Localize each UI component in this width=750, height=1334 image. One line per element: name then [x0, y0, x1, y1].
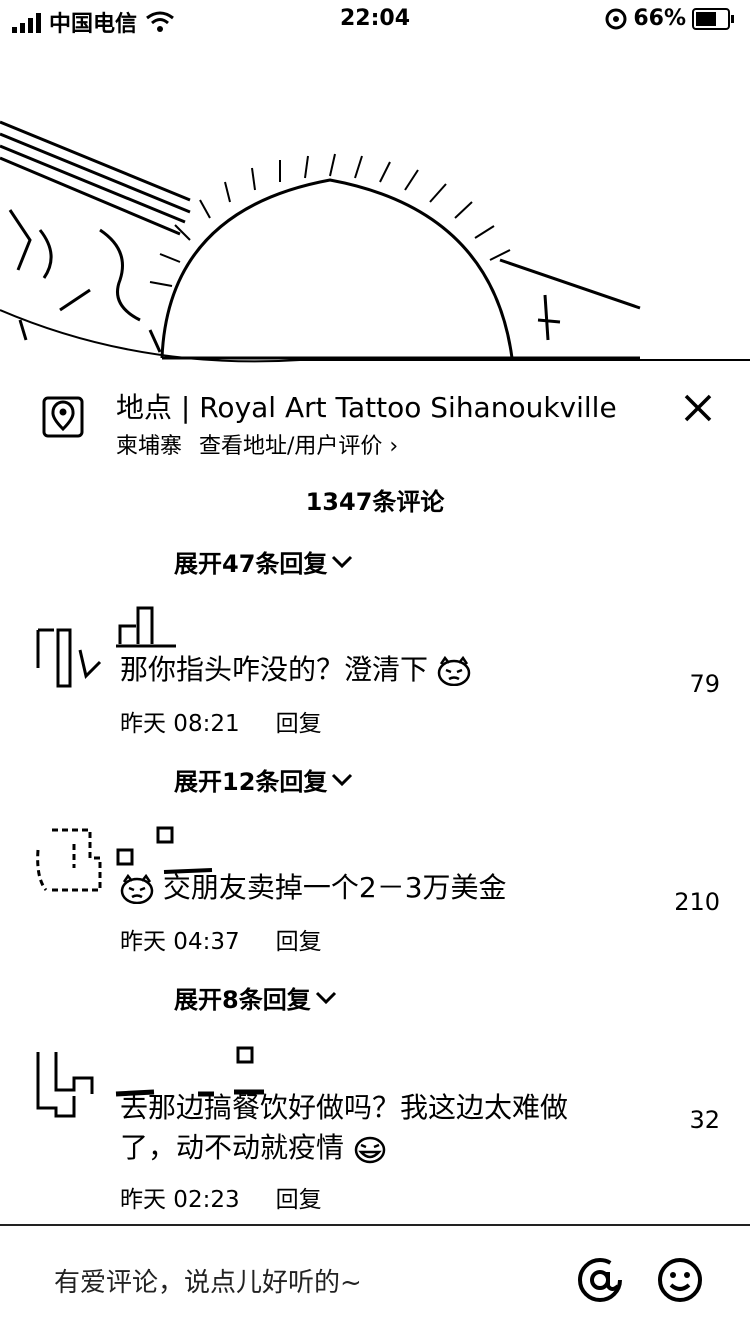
location-card[interactable]: 地点 | Royal Art Tattoo Sihanoukville 柬埔寨 …	[0, 380, 750, 460]
comment-time: 昨天 04:37	[120, 929, 240, 955]
expand-replies-label: 展开8条回复	[174, 986, 311, 1014]
chevron-down-icon	[332, 555, 353, 568]
cat-emoji-icon	[437, 656, 471, 686]
comment-input[interactable]: 有爱评论，说点儿好听的~	[54, 1262, 362, 1299]
comment-meta: 昨天 04:37 回复	[120, 922, 322, 956]
chevron-down-icon	[332, 773, 353, 786]
location-title: 地点 | Royal Art Tattoo Sihanoukville	[116, 391, 617, 424]
reply-button[interactable]: 回复	[276, 704, 322, 738]
expand-replies-button[interactable]: 展开47条回复	[174, 544, 353, 579]
location-country: 柬埔寨	[116, 434, 183, 459]
reply-button[interactable]: 回复	[276, 922, 322, 956]
avatar[interactable]	[34, 828, 102, 896]
location-pin-icon	[42, 396, 84, 438]
at-mention-icon[interactable]	[576, 1256, 624, 1304]
reply-button[interactable]: 回复	[276, 1180, 322, 1214]
comment-text: 去那边搞餐饮好做吗？我这边太难做了，动不动就疫情	[120, 1088, 620, 1168]
username-image	[116, 606, 176, 648]
like-count[interactable]: 79	[640, 670, 720, 698]
comment-meta: 昨天 08:21 回复	[120, 704, 322, 738]
expand-replies-label: 展开47条回复	[174, 550, 328, 578]
comment-text: 那你指头咋没的？澄清下	[120, 650, 620, 690]
expand-replies-button[interactable]: 展开8条回复	[174, 980, 337, 1015]
battery-icon	[692, 7, 734, 30]
video-frame[interactable]	[0, 40, 750, 370]
comment-text: 交朋友卖掉一个2－3万美金	[120, 868, 620, 908]
comment-count: 1347条评论	[305, 488, 445, 516]
video-frame-image	[0, 120, 750, 363]
like-count[interactable]: 32	[640, 1106, 720, 1134]
comment-text-content: 那你指头咋没的？澄清下	[120, 653, 429, 686]
emoji-icon[interactable]	[656, 1256, 704, 1304]
status-right: 66%	[605, 6, 734, 31]
close-icon[interactable]	[678, 388, 718, 428]
avatar[interactable]	[34, 620, 102, 688]
status-bar: 中国电信 22:04 66%	[0, 0, 750, 40]
comment-text-content: 去那边搞餐饮好做吗？我这边太难做了，动不动就疫情	[120, 1091, 569, 1164]
battery-percent: 66%	[633, 6, 686, 31]
orientation-lock-icon	[605, 8, 627, 29]
comment-time: 昨天 08:21	[120, 711, 240, 737]
expand-replies-label: 展开12条回复	[174, 768, 328, 796]
location-subtitle: 柬埔寨 查看地址/用户评价 ›	[116, 428, 398, 460]
comment-input-bar: 有爱评论，说点儿好听的~	[0, 1226, 750, 1334]
laughing-emoji-icon	[354, 1136, 386, 1164]
like-count[interactable]: 210	[640, 888, 720, 916]
expand-replies-button[interactable]: 展开12条回复	[174, 762, 353, 797]
comment-text-content: 交朋友卖掉一个2－3万美金	[162, 871, 507, 904]
cat-emoji-icon	[120, 874, 154, 904]
comment-time: 昨天 02:23	[120, 1187, 240, 1213]
comment-meta: 昨天 02:23 回复	[120, 1180, 322, 1214]
avatar[interactable]	[34, 1050, 102, 1118]
location-detail-link[interactable]: 查看地址/用户评价 ›	[199, 434, 398, 459]
chevron-down-icon	[315, 991, 336, 1004]
